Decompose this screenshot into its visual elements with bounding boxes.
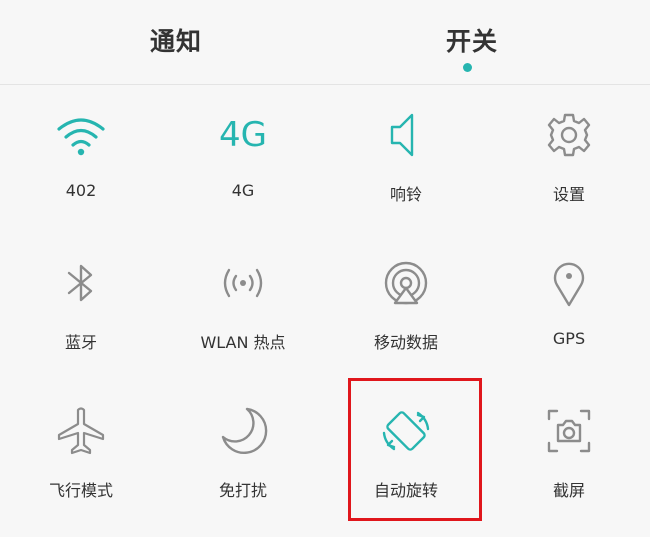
toggle-label: WLAN 热点 [200, 333, 286, 352]
4g-icon: 4G [215, 107, 271, 163]
gear-icon [541, 107, 597, 163]
toggle-label: 蓝牙 [64, 333, 97, 352]
hotspot-icon [215, 255, 271, 311]
wifi-icon [53, 107, 109, 163]
bluetooth-icon [53, 255, 109, 311]
location-pin-icon [541, 255, 597, 311]
toggle-label: GPS [552, 329, 586, 348]
toggle-label: 免打扰 [218, 481, 267, 500]
toggle-mobile-data[interactable]: 移动数据 [325, 233, 487, 381]
toggle-wifi[interactable]: 402 [0, 85, 162, 233]
screenshot-camera-icon [541, 403, 597, 459]
moon-icon [215, 403, 271, 459]
toggle-airplane-mode[interactable]: 飞行模式 [0, 381, 162, 529]
toggle-gps[interactable]: GPS [488, 233, 650, 381]
toggle-screenshot[interactable]: 截屏 [488, 381, 650, 529]
toggle-do-not-disturb[interactable]: 免打扰 [162, 381, 324, 529]
toggle-auto-rotate[interactable]: 自动旋转 [325, 381, 487, 529]
toggle-label: 设置 [552, 185, 585, 204]
toggle-label: 截屏 [552, 481, 585, 500]
quick-panel-header: 通知 开关 [0, 0, 650, 85]
tab-notifications[interactable]: 通知 [150, 22, 202, 58]
auto-rotate-icon [378, 403, 434, 459]
toggle-label: 移动数据 [373, 333, 438, 352]
airplane-icon [53, 403, 109, 459]
toggle-bluetooth[interactable]: 蓝牙 [0, 233, 162, 381]
toggle-label: 402 [65, 181, 97, 200]
quick-toggle-grid: 402 4G 4G 响铃 设置 蓝牙 WLAN 热点 移动数据 GPS 飞行模式… [0, 85, 650, 537]
toggle-hotspot[interactable]: WLAN 热点 [162, 233, 324, 381]
ringer-speaker-icon [378, 107, 434, 163]
toggle-label: 自动旋转 [373, 481, 438, 500]
active-tab-indicator [463, 63, 472, 72]
tab-switches[interactable]: 开关 [446, 22, 498, 58]
toggle-label: 4G [231, 181, 255, 200]
toggle-label: 飞行模式 [48, 481, 113, 500]
toggle-4g[interactable]: 4G 4G [162, 85, 324, 233]
mobile-data-icon [378, 255, 434, 311]
toggle-label: 响铃 [389, 185, 422, 204]
4g-icon-text: 4G [219, 115, 267, 155]
toggle-settings[interactable]: 设置 [488, 85, 650, 233]
toggle-ringer[interactable]: 响铃 [325, 85, 487, 233]
